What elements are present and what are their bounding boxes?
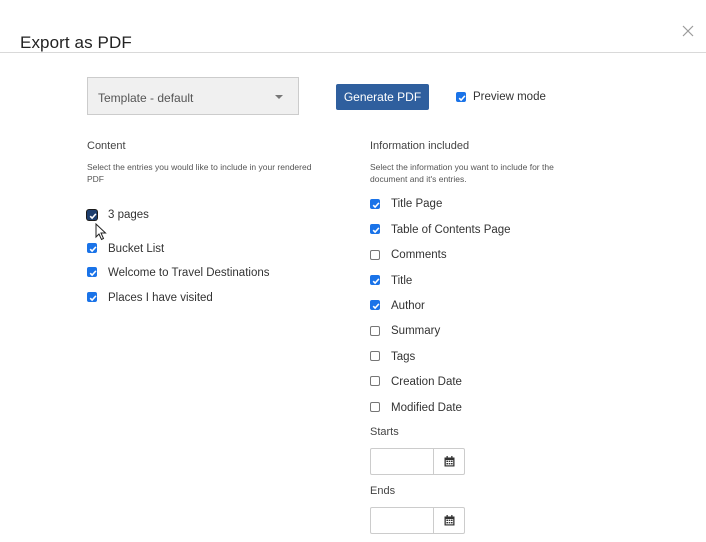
checkmark-icon: [89, 246, 97, 253]
info-section-description: Select the information you want to inclu…: [370, 162, 554, 184]
checkmark-icon: [458, 95, 466, 102]
starts-label: Starts: [370, 426, 399, 438]
checkmark-icon: [372, 303, 380, 310]
calendar-icon: [444, 515, 455, 526]
info-item-label: Table of Contents Page: [391, 224, 511, 236]
template-select-value: Template - default: [98, 91, 194, 105]
starts-date-input[interactable]: [371, 449, 433, 474]
info-checkbox-summary[interactable]: [370, 326, 380, 336]
content-item-label: Places I have visited: [108, 292, 213, 304]
calendar-icon: [444, 456, 455, 467]
content-checkbox-welcome[interactable]: [87, 267, 97, 277]
info-checkbox-author[interactable]: [370, 300, 380, 310]
chevron-down-icon: [275, 95, 283, 99]
info-item-label: Title: [391, 275, 413, 287]
content-item-label: Welcome to Travel Destinations: [108, 267, 270, 279]
info-item-label: Modified Date: [391, 402, 462, 414]
ends-label: Ends: [370, 485, 396, 497]
info-item-label: Tags: [391, 351, 416, 363]
checkmark-icon: [372, 278, 380, 285]
info-section-title: Information included: [370, 140, 470, 152]
ends-date-group: [370, 507, 465, 534]
info-item-label: Comments: [391, 249, 447, 261]
generate-pdf-button[interactable]: Generate PDF: [336, 84, 429, 110]
ends-calendar-button[interactable]: [433, 508, 464, 533]
content-item-label: 3 pages: [108, 209, 149, 221]
ends-date-input[interactable]: [371, 508, 433, 533]
checkmark-icon: [372, 202, 380, 209]
info-checkbox-modified-date[interactable]: [370, 402, 380, 412]
mouse-cursor-icon: [95, 223, 107, 241]
info-checkbox-tags[interactable]: [370, 351, 380, 361]
info-checkbox-creation-date[interactable]: [370, 376, 380, 386]
starts-date-group: [370, 448, 465, 475]
info-checkbox-toc-page[interactable]: [370, 224, 380, 234]
preview-mode-checkbox[interactable]: [456, 92, 466, 102]
content-section-description: Select the entries you would like to inc…: [87, 162, 312, 184]
info-item-label: Summary: [391, 325, 441, 337]
template-select[interactable]: Template - default: [87, 77, 299, 115]
preview-mode-label: Preview mode: [473, 91, 546, 103]
checkmark-icon: [89, 270, 97, 277]
info-item-label: Author: [391, 300, 425, 312]
info-item-label: Creation Date: [391, 376, 462, 388]
info-item-label: Title Page: [391, 198, 443, 210]
content-checkbox-places-visited[interactable]: [87, 292, 97, 302]
content-item-label: Bucket List: [108, 243, 165, 255]
dialog-title: Export as PDF: [20, 33, 132, 52]
checkmark-icon: [372, 227, 380, 234]
checkmark-icon: [89, 213, 97, 220]
header-divider: [0, 52, 706, 53]
close-button[interactable]: [678, 21, 698, 41]
content-checkbox-3-pages[interactable]: [87, 210, 97, 220]
starts-calendar-button[interactable]: [433, 449, 464, 474]
info-checkbox-title-page[interactable]: [370, 199, 380, 209]
close-icon: [682, 25, 694, 37]
content-checkbox-bucket-list[interactable]: [87, 243, 97, 253]
info-checkbox-title[interactable]: [370, 275, 380, 285]
info-checkbox-comments[interactable]: [370, 250, 380, 260]
checkmark-icon: [89, 295, 97, 302]
content-section-title: Content: [87, 140, 126, 152]
